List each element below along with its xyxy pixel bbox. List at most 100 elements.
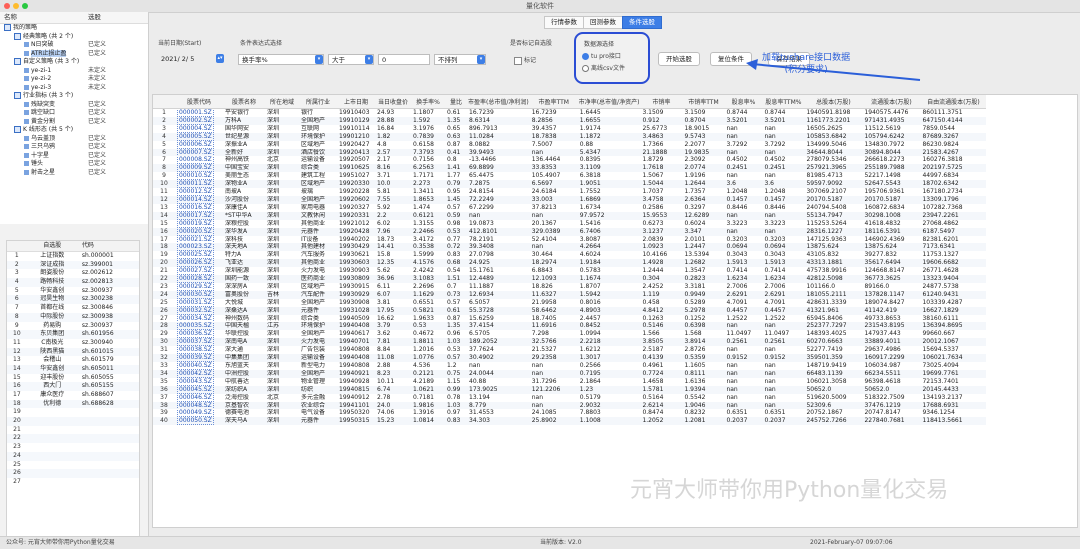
grid-row[interactable]: 8 000009.SZ 中国宝安 深圳 综合类 19910625 8.16 6.2563 1.4… xyxy=(153,164,987,173)
watchlist-row[interactable]: 11 C南极光 sz.300940 xyxy=(7,339,139,348)
grid-row[interactable]: 9 000010.SZ 美丽生态 深圳 建筑工程 19951027 3.71 1.7171 1.… xyxy=(153,172,986,181)
tab-market-params[interactable]: 行情参数 xyxy=(544,16,584,29)
watchlist-row[interactable]: 18 优利德 sh.688628 xyxy=(7,399,139,409)
watchlist-row-empty[interactable]: 19 xyxy=(7,408,139,417)
strategy-tree[interactable]: 我的策略 经典策略 (共 2 个) N日突破 已定义 ATR止损止盈 已定义 自定义策略 (… xyxy=(0,24,148,224)
tree-item[interactable]: ye-zi-2 未定义 xyxy=(0,75,148,84)
stock-code[interactable]: 000025.SZ xyxy=(177,251,214,260)
watchlist-row[interactable]: 15 迎丰股份 sh.605055 xyxy=(7,374,139,383)
grid-row[interactable]: 36 000045.SZ 深纺织A 深圳 纺织 19940815 6.74 1.0621 0.9… xyxy=(153,385,987,394)
grid-row[interactable]: 6 000007.SZ 全新好 深圳 酒店餐饮 19920413 2.57 7.3793 0.4… xyxy=(153,148,987,157)
grid-header-cell[interactable]: 市销率 xyxy=(640,95,683,109)
grid-row[interactable]: 15 000019.SZ 深粮控股 深圳 其他商业 19921012 6.02 1.3155 0… xyxy=(153,219,986,228)
grid-header-cell[interactable]: 流通股本(万股) xyxy=(862,95,921,109)
mark-checkbox[interactable]: 标记 xyxy=(514,55,536,65)
grid-header-cell[interactable]: 自由流通股本(万股) xyxy=(920,95,987,109)
tree-item[interactable]: 经典策略 (共 2 个) xyxy=(0,32,148,42)
watchlist-row-empty[interactable]: 23 xyxy=(7,443,139,452)
grid-row[interactable]: 33 000040.SZ 东旭蓝天 深圳 新型电力 19940808 2.88 4.536 1.… xyxy=(153,362,986,370)
tree-item[interactable]: 自定义策略 (共 3 个) xyxy=(0,58,148,67)
watchlist-row-empty[interactable]: 22 xyxy=(7,434,139,444)
grid-row[interactable]: 14 000017.SZ *ST中华A 深圳 文教休闲 19920331 2.2 0.6121… xyxy=(153,211,987,220)
grid-header-cell[interactable]: 上市日期 xyxy=(337,95,375,109)
stock-code[interactable]: 000017.SZ xyxy=(177,211,214,220)
stock-code[interactable]: 000038.SZ xyxy=(177,346,214,355)
tree-item[interactable]: 射击之星 已定义 xyxy=(0,169,148,178)
stock-code[interactable]: 000005.SZ xyxy=(177,132,214,141)
stock-code[interactable]: 000002.SZ xyxy=(177,116,214,125)
grid-row[interactable]: 31 000038.SZ 深大通 深圳 广告包装 19940808 8.84 1.2016 0.… xyxy=(153,346,986,355)
stock-code[interactable]: 000014.SZ xyxy=(177,195,214,204)
grid-row[interactable]: 32 000039.SZ 中集集团 深圳 运输设备 19940408 11.08 1.0776… xyxy=(153,354,987,362)
stock-code[interactable]: 000028.SZ xyxy=(177,275,214,283)
grid-header-cell[interactable]: 量比 xyxy=(445,95,467,109)
watchlist-row[interactable]: 16 西大门 sh.605155 xyxy=(7,382,139,391)
stock-code[interactable]: 000012.SZ xyxy=(177,188,214,196)
grid-row[interactable]: 10 000011.SZ 深物业A 深圳 区域地产 19920330 10.0 2.273 0.… xyxy=(153,180,987,189)
watchlist-row-empty[interactable]: 20 xyxy=(7,417,139,426)
grid-row[interactable]: 7 000008.SZ 神州高铁 北京 运输设备 19920507 2.17 0.7156 0.… xyxy=(153,156,986,165)
stock-code[interactable]: 000034.SZ xyxy=(177,314,214,323)
stock-code[interactable]: 000040.SZ xyxy=(177,362,214,370)
watchlist-row[interactable]: 8 中际股份 sz.300938 xyxy=(7,312,139,322)
tree-item[interactable]: N日突破 已定义 xyxy=(0,41,148,50)
radio-icon[interactable] xyxy=(582,65,589,72)
stock-code[interactable]: 000030.SZ xyxy=(177,290,214,299)
grid-header-cell[interactable]: 换手率% xyxy=(411,95,445,109)
watchlist-row-empty[interactable]: 26 xyxy=(7,469,139,478)
stock-code[interactable]: 000029.SZ xyxy=(177,282,214,291)
stock-code[interactable]: 000009.SZ xyxy=(177,164,214,173)
stock-code[interactable]: 000031.SZ xyxy=(177,298,214,307)
watchlist-row-empty[interactable]: 25 xyxy=(7,461,139,470)
watchlist-row[interactable]: 9 药易购 sz.300937 xyxy=(7,322,139,331)
grid-row[interactable]: 26 000032.SZ 深桑达A 深圳 元器件 19931028 17.95 0.5821 0… xyxy=(153,306,987,315)
stock-code[interactable]: 000042.SZ xyxy=(177,369,214,378)
date-picker[interactable]: 2021/ 2/ 5 ▴▾ xyxy=(158,54,224,65)
grid-header-cell[interactable]: 股票代码 xyxy=(175,95,223,109)
grid-header-cell[interactable]: 所在地域 xyxy=(265,95,299,109)
grid-header-cell[interactable]: 股息率% xyxy=(724,95,763,109)
threshold-input[interactable]: 0 xyxy=(378,54,430,65)
grid-header-cell[interactable]: 市盈率TTM xyxy=(529,95,578,109)
tree-item[interactable]: 跳空缺口 已定义 xyxy=(0,109,148,118)
grid-row[interactable]: 22 000028.SZ 国药一致 深圳 医药商业 19930809 36.96 3.1083… xyxy=(153,275,987,283)
stock-code[interactable]: 000001.SZ xyxy=(177,108,214,117)
grid-row[interactable]: 29 000036.SZ 华联控股 深圳 全国地产 19940617 3.62 0.4672 0… xyxy=(153,330,986,339)
sort-select[interactable]: 不排列 ▾ xyxy=(434,54,486,65)
grid-row[interactable]: 35 000043.SZ 中航善达 深圳 物业管理 19940928 10.11 4.2189… xyxy=(153,377,986,386)
tree-item[interactable]: 十字星 已定义 xyxy=(0,152,148,161)
stock-code[interactable]: 000007.SZ xyxy=(177,148,214,157)
start-select-button[interactable]: 开始选股 xyxy=(658,52,700,66)
source-option-csv[interactable]: 离线csv文件 xyxy=(582,63,625,72)
grid-row[interactable]: 4 000005.SZ 世纪星源 深圳 环境保护 19901210 1.82 0.7839 0.… xyxy=(153,132,987,141)
watchlist-row[interactable]: 12 陕西黑猫 sh.601015 xyxy=(7,347,139,357)
watchlist-table[interactable]: 自选股 代码 1 上证指数 sh.000001 2 深证成指 sz.399001 3 朗姿股份… xyxy=(6,240,140,548)
watchlist-row[interactable]: 2 深证成指 sz.399001 xyxy=(7,260,139,270)
grid-row[interactable]: 21 000027.SZ 深圳能源 深圳 火力发电 19930903 5.62 2.4242 0… xyxy=(153,267,986,276)
tree-item[interactable]: 黄金分割 已定义 xyxy=(0,118,148,127)
stock-code[interactable]: 000011.SZ xyxy=(177,180,214,189)
grid-row[interactable]: 28 000035.SZ 中国天楹 江苏 环境保护 19940408 3.79 0.53 1.3… xyxy=(153,322,987,331)
checkbox-icon[interactable] xyxy=(514,56,522,65)
tree-item[interactable]: ye-zi-3 未定义 xyxy=(0,84,148,93)
watchlist-row-empty[interactable]: 21 xyxy=(7,426,139,435)
grid-row[interactable]: 2 000002.SZ 万科A 深圳 全国地产 19910129 28.88 1.592 1.3… xyxy=(153,116,987,125)
stock-code[interactable]: 000023.SZ xyxy=(177,243,214,252)
grid-header-cell[interactable]: 市销率TTM xyxy=(682,95,725,109)
grid-row[interactable]: 30 000037.SZ 深南电A 深圳 火力发电 19940701 7.81 1.8811 1… xyxy=(153,338,987,347)
grid-header-cell[interactable]: 总股本(万股) xyxy=(804,95,863,109)
stock-code[interactable]: 000043.SZ xyxy=(177,377,214,386)
grid-row[interactable]: 13 000016.SZ 深康佳A 深圳 家用电器 19920327 5.92 1.474 0.… xyxy=(153,203,986,212)
source-option-tushare[interactable]: tu pro接口 xyxy=(582,51,621,60)
grid-header-cell[interactable]: 股票名称 xyxy=(223,95,265,109)
grid-row[interactable]: 38 000048.SZ 京基智农 深圳 农业综合 19941101 24.0 1.9816 1… xyxy=(153,401,987,410)
grid-header-cell[interactable]: 市盈率(总市值/净利润) xyxy=(467,95,530,109)
tree-item[interactable]: 我的策略 xyxy=(0,24,148,33)
tree-item[interactable]: 三只乌鸦 已定义 xyxy=(0,143,148,152)
radio-selected-icon[interactable] xyxy=(582,53,589,60)
watchlist-row[interactable]: 14 华安鑫创 sh.605011 xyxy=(7,364,139,374)
watchlist-row-empty[interactable]: 24 xyxy=(7,451,139,461)
tree-item[interactable]: 乌云盖顶 已定义 xyxy=(0,135,148,144)
grid-row[interactable]: 11 000012.SZ 南玻A 深圳 玻璃 19920228 5.81 1.3411 0.95… xyxy=(153,188,986,196)
stock-code[interactable]: 000037.SZ xyxy=(177,338,214,347)
